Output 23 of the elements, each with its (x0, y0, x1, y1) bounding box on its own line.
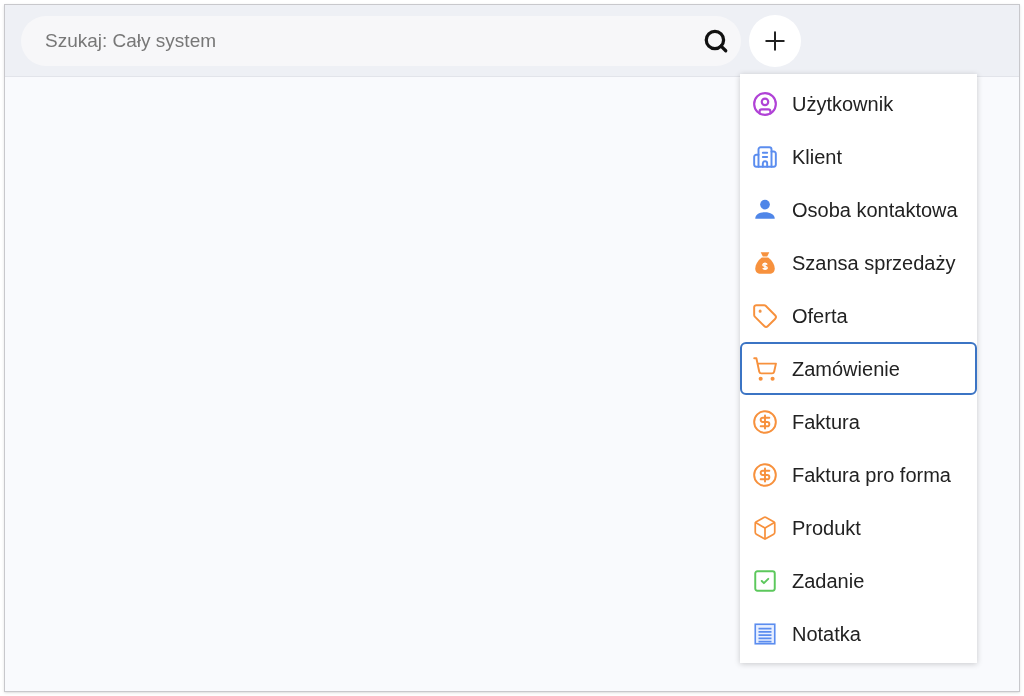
box-icon (752, 514, 778, 541)
user-circle-icon (752, 90, 778, 117)
menu-item[interactable]: Produkt (740, 501, 977, 554)
search-field[interactable]: Szukaj: Cały system (21, 15, 741, 66)
note-icon (752, 620, 778, 647)
dollar-coin-icon (752, 461, 778, 488)
cart-icon (752, 355, 778, 382)
menu-item[interactable]: Klient (740, 130, 977, 183)
menu-item[interactable]: Zamówienie (740, 342, 977, 395)
menu-item[interactable]: Faktura pro forma (740, 448, 977, 501)
search-icon[interactable] (703, 27, 729, 54)
menu-item[interactable]: Faktura (740, 395, 977, 448)
checkbox-icon (752, 567, 778, 594)
menu-item[interactable]: Osoba kontaktowa (740, 183, 977, 236)
dollar-coin-icon (752, 408, 778, 435)
menu-item[interactable]: Notatka (740, 607, 977, 660)
menu-item[interactable]: Szansa sprzedaży (740, 236, 977, 289)
menu-item[interactable]: Użytkownik (740, 77, 977, 130)
building-icon (752, 143, 778, 170)
price-tag-icon (752, 302, 778, 329)
menu-item[interactable]: Oferta (740, 289, 977, 342)
money-bag-icon (752, 249, 778, 276)
menu-item[interactable]: Zadanie (740, 554, 977, 607)
